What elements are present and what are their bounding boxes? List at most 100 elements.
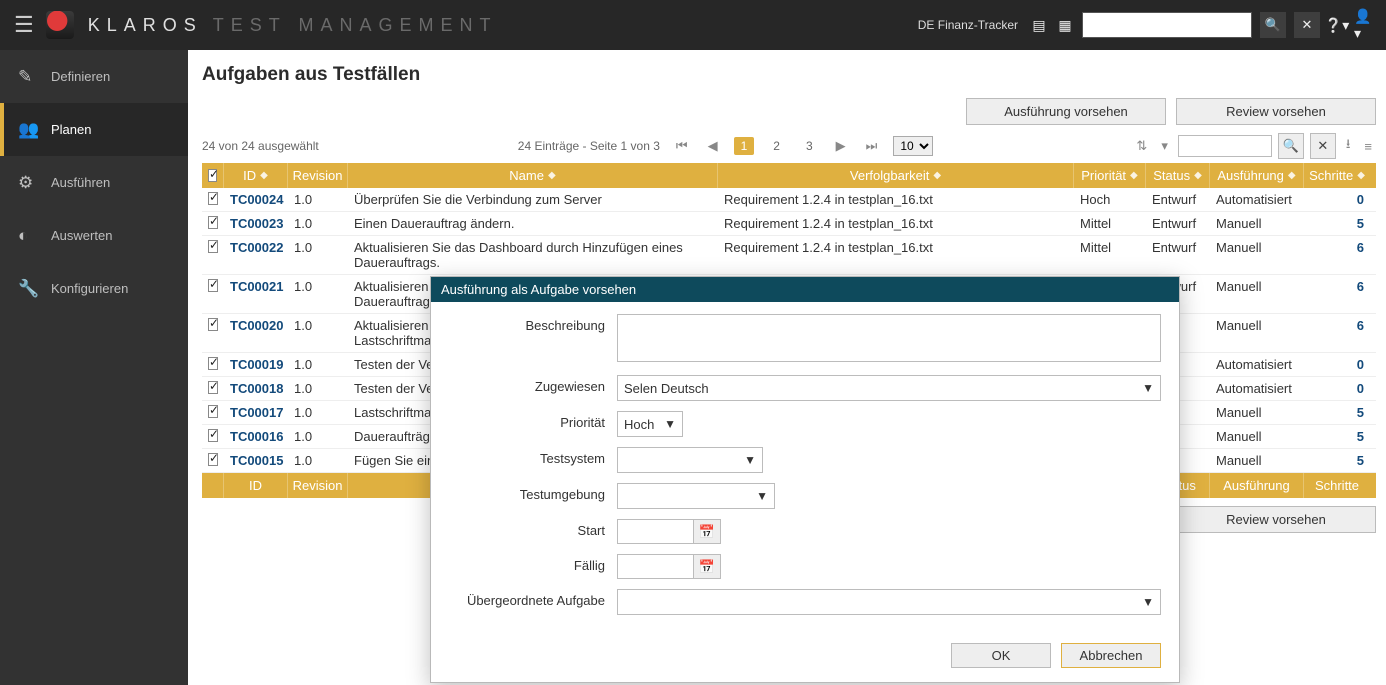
row-steps[interactable]: 6 — [1304, 314, 1370, 352]
sidebar-item-planen[interactable]: 👥Planen — [0, 103, 188, 156]
row-status: Entwurf — [1146, 212, 1210, 235]
label-start: Start — [449, 519, 617, 538]
th-id[interactable]: ID◆ — [224, 163, 288, 188]
row-steps[interactable]: 5 — [1304, 425, 1370, 448]
row-checkbox[interactable] — [208, 453, 218, 466]
row-execution: Automatisiert — [1210, 353, 1304, 376]
pager-page-1[interactable]: 1 — [734, 137, 755, 155]
row-checkbox[interactable] — [208, 357, 218, 370]
ok-button[interactable]: OK — [951, 643, 1051, 668]
user-icon[interactable]: 👤▾ — [1354, 16, 1372, 34]
filter-clear-icon[interactable]: ✕ — [1310, 133, 1336, 159]
row-steps[interactable]: 6 — [1304, 236, 1370, 274]
clear-search-icon[interactable]: ✕ — [1294, 12, 1320, 38]
due-date-input[interactable] — [617, 554, 693, 579]
row-priority: Mittel — [1074, 212, 1146, 235]
row-id[interactable]: TC00022 — [224, 236, 288, 274]
th-status[interactable]: Status◆ — [1146, 163, 1210, 188]
row-id[interactable]: TC00017 — [224, 401, 288, 424]
table-row: TC000221.0Aktualisieren Sie das Dashboar… — [202, 236, 1376, 275]
schedule-review-button-bottom[interactable]: Review vorsehen — [1176, 506, 1376, 533]
row-checkbox[interactable] — [208, 216, 218, 229]
label-sut: Testsystem — [449, 447, 617, 466]
filter-search-icon[interactable]: 🔍 — [1278, 133, 1304, 159]
row-steps[interactable]: 5 — [1304, 212, 1370, 235]
global-search-input[interactable] — [1082, 12, 1252, 38]
topbar-right: DE Finanz-Tracker ▤ ▦ 🔍 ✕ ❔▾ 👤▾ — [918, 12, 1372, 38]
row-steps[interactable]: 5 — [1304, 449, 1370, 472]
row-checkbox[interactable] — [208, 429, 218, 442]
sidebar-item-auswerten[interactable]: ◐Auswerten — [0, 209, 188, 262]
per-page-select[interactable]: 10 — [893, 136, 933, 156]
calendar-icon[interactable]: 📅 — [693, 554, 721, 579]
start-date-input[interactable] — [617, 519, 693, 544]
sidebar-item-definieren[interactable]: ✎Definieren — [0, 50, 188, 103]
row-id[interactable]: TC00020 — [224, 314, 288, 352]
row-id[interactable]: TC00015 — [224, 449, 288, 472]
tf-revision: Revision — [288, 473, 348, 498]
pager-prev-icon[interactable]: ◀ — [704, 138, 722, 154]
sut-select[interactable]: ▼ — [617, 447, 763, 473]
help-icon[interactable]: ❔▾ — [1328, 16, 1346, 34]
th-trace[interactable]: Verfolgbarkeit◆ — [718, 163, 1074, 188]
parent-task-select[interactable]: ▼ — [617, 589, 1161, 615]
row-priority: Hoch — [1074, 188, 1146, 211]
row-id[interactable]: TC00024 — [224, 188, 288, 211]
row-checkbox[interactable] — [208, 279, 218, 292]
row-checkbox[interactable] — [208, 318, 218, 331]
schedule-execution-button[interactable]: Ausführung vorsehen — [966, 98, 1166, 125]
pager-page-2[interactable]: 2 — [766, 137, 787, 155]
row-id[interactable]: TC00019 — [224, 353, 288, 376]
archive-icon[interactable]: ▤ — [1030, 16, 1048, 34]
dashboard-icon[interactable]: ▦ — [1056, 16, 1074, 34]
pager-next-icon[interactable]: ▶ — [832, 138, 850, 154]
search-icon[interactable]: 🔍 — [1260, 12, 1286, 38]
row-checkbox[interactable] — [208, 192, 218, 205]
row-trace: Requirement 1.2.4 in testplan_16.txt — [718, 188, 1074, 211]
row-checkbox[interactable] — [208, 381, 218, 394]
th-execution[interactable]: Ausführung◆ — [1210, 163, 1304, 188]
chevron-down-icon: ▼ — [744, 453, 756, 467]
sidebar-item-konfigurieren[interactable]: 🔧Konfigurieren — [0, 262, 188, 315]
description-textarea[interactable] — [617, 314, 1161, 362]
assignee-select[interactable]: Selen Deutsch▼ — [617, 375, 1161, 401]
env-select[interactable]: ▼ — [617, 483, 775, 509]
pager-page-3[interactable]: 3 — [799, 137, 820, 155]
row-id[interactable]: TC00023 — [224, 212, 288, 235]
row-execution: Manuell — [1210, 275, 1304, 313]
th-checkbox[interactable] — [202, 163, 224, 188]
row-id[interactable]: TC00016 — [224, 425, 288, 448]
list-bar: 24 von 24 ausgewählt 24 Einträge - Seite… — [202, 129, 1376, 163]
cancel-button[interactable]: Abbrechen — [1061, 643, 1161, 668]
row-checkbox[interactable] — [208, 240, 218, 253]
th-priority[interactable]: Priorität◆ — [1074, 163, 1146, 188]
sidebar-label: Definieren — [51, 69, 110, 84]
th-revision[interactable]: Revision — [288, 163, 348, 188]
hamburger-icon[interactable]: ☰ — [14, 12, 34, 38]
calendar-icon[interactable]: 📅 — [693, 519, 721, 544]
row-id[interactable]: TC00018 — [224, 377, 288, 400]
pager-first-icon[interactable]: ⏮ — [672, 138, 692, 154]
th-name[interactable]: Name◆ — [348, 163, 718, 188]
row-steps[interactable]: 0 — [1304, 353, 1370, 376]
schedule-review-button[interactable]: Review vorsehen — [1176, 98, 1376, 125]
row-steps[interactable]: 0 — [1304, 188, 1370, 211]
pager-summary: 24 Einträge - Seite 1 von 3 — [518, 139, 660, 153]
sidebar-item-ausfuehren[interactable]: ⚙Ausführen — [0, 156, 188, 209]
filter-icon[interactable]: ▾ — [1157, 138, 1172, 154]
project-name[interactable]: DE Finanz-Tracker — [918, 18, 1018, 32]
row-name: Aktualisieren Sie das Dashboard durch Hi… — [348, 236, 718, 274]
export-icon[interactable]: ⭳ — [1342, 135, 1355, 157]
th-steps[interactable]: Schritte◆ — [1304, 163, 1370, 188]
pager-last-icon[interactable]: ⏭ — [862, 138, 882, 154]
modal-title: Ausführung als Aufgabe vorsehen — [431, 277, 1179, 302]
row-id[interactable]: TC00021 — [224, 275, 288, 313]
row-steps[interactable]: 0 — [1304, 377, 1370, 400]
table-filter-input[interactable] — [1178, 135, 1272, 157]
tree-icon[interactable]: ⇅ — [1132, 138, 1151, 154]
priority-select[interactable]: Hoch▼ — [617, 411, 683, 437]
row-steps[interactable]: 5 — [1304, 401, 1370, 424]
row-checkbox[interactable] — [208, 405, 218, 418]
row-steps[interactable]: 6 — [1304, 275, 1370, 313]
table-menu-icon[interactable]: ≡ — [1360, 139, 1376, 154]
